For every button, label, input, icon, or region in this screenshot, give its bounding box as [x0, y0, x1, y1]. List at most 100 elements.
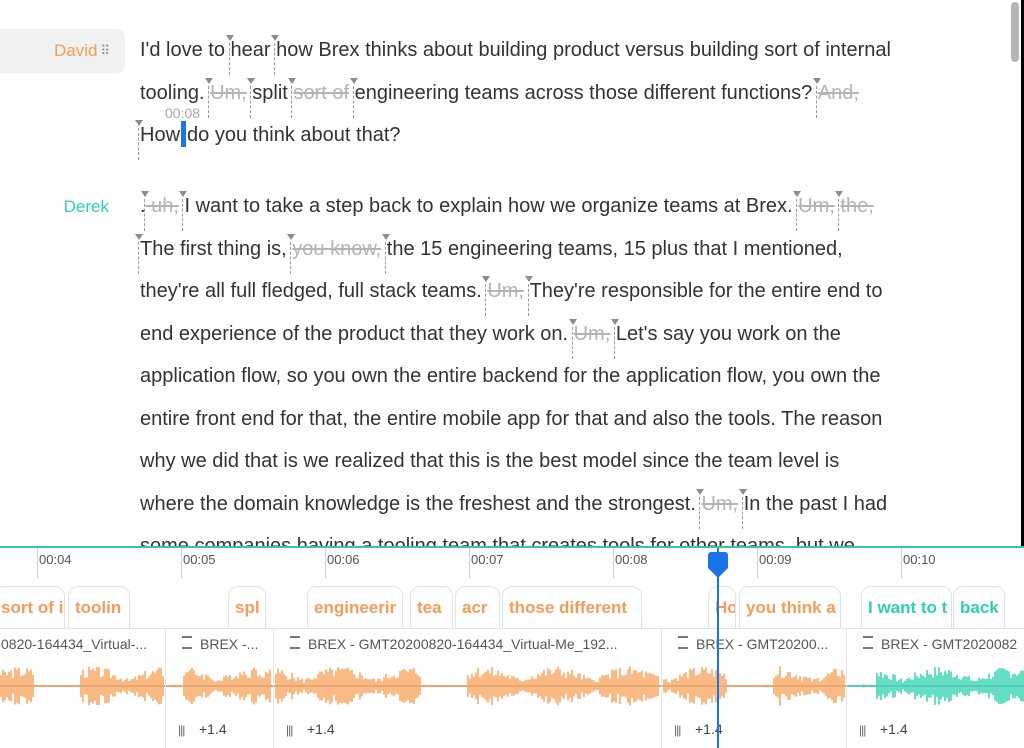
transcript-line[interactable]: application flow, so you own the entire …: [140, 355, 975, 398]
transcript-words[interactable]: do you think about that?: [187, 124, 401, 146]
clip-title: BREX - GMT20200...: [678, 636, 828, 652]
volume-icon: |||: [178, 723, 185, 737]
audio-clip[interactable]: BREX - GMT2020082 ||| +1.4: [846, 628, 1024, 748]
transcript-editor[interactable]: David ⠿ I'd love to hear how Brex thinks…: [0, 0, 1022, 546]
gain-value: +1.4: [880, 721, 908, 737]
clip-title: BREX -...: [182, 636, 258, 652]
word-chip[interactable]: Ho: [708, 586, 736, 630]
transcript-words[interactable]: How: [140, 124, 180, 146]
transcript-line[interactable]: where the domain knowledge is the freshe…: [140, 483, 975, 526]
volume-icon: |||: [859, 723, 866, 737]
waveform: [847, 667, 1024, 705]
transcript-line[interactable]: some companies having a tooling team tha…: [140, 525, 975, 546]
word-chip[interactable]: I want to t: [861, 586, 952, 630]
transcript-words[interactable]: they're all full fledged, full stack tea…: [140, 280, 487, 302]
removed-filler-word[interactable]: And,: [818, 82, 859, 104]
transcript-words[interactable]: why we did that is we realized that this…: [140, 450, 839, 472]
waveform: [166, 667, 274, 705]
word-chip[interactable]: you think a: [739, 586, 841, 630]
transcript-line[interactable]: why we did that is we realized that this…: [140, 440, 975, 483]
scrollbar-thumb[interactable]: [1011, 2, 1019, 62]
transcript-words[interactable]: engineering teams across those different…: [355, 82, 818, 104]
paragraph-derek[interactable]: . uh, I want to take a step back to expl…: [140, 185, 975, 546]
clip-gain[interactable]: ||| +1.4: [674, 721, 723, 737]
word-chip[interactable]: those different: [502, 586, 642, 630]
transcript-line[interactable]: entire front end for that, the entire mo…: [140, 398, 975, 441]
ruler-tick: [325, 548, 326, 578]
word-chip[interactable]: engineerir: [307, 586, 403, 630]
clip-menu-icon[interactable]: [678, 636, 688, 649]
clip-title: BREX - GMT2020082: [863, 636, 1017, 652]
gain-value: +1.4: [199, 721, 227, 737]
removed-filler-word[interactable]: the,: [840, 195, 873, 217]
transcript-words[interactable]: the 15 engineering teams, 15 plus that I…: [387, 238, 843, 260]
transcript-words[interactable]: hear: [231, 39, 271, 61]
playhead-marker-icon: [708, 568, 728, 578]
removed-filler-word[interactable]: uh,: [146, 195, 179, 217]
removed-filler-word[interactable]: Um,: [487, 280, 524, 302]
transcript-line[interactable]: I'd love to hear how Brex thinks about b…: [140, 29, 975, 72]
word-chip[interactable]: sort of i: [0, 586, 65, 630]
clip-gain[interactable]: ||| +1.4: [286, 721, 335, 737]
transcript-words[interactable]: I want to take a step back to explain ho…: [184, 195, 798, 217]
waveform: [662, 666, 847, 706]
transcript-words[interactable]: Let's say you work on the: [616, 323, 841, 345]
word-chip[interactable]: spl: [228, 586, 266, 630]
transcript-line[interactable]: How do you think about that?: [140, 114, 975, 157]
speaker-tag-david[interactable]: David ⠿: [0, 29, 125, 73]
transcript-line[interactable]: tooling. Um, split sort of engineering t…: [140, 72, 975, 115]
audio-clip[interactable]: 0820-164434_Virtual-...: [0, 628, 166, 748]
transcript-words[interactable]: application flow, so you own the entire …: [140, 365, 880, 387]
clip-label-text: BREX - GMT2020082: [881, 636, 1018, 652]
transcript-words[interactable]: I'd love to: [140, 39, 231, 61]
word-chip[interactable]: tea: [410, 586, 453, 630]
transcript-words[interactable]: They're responsible for the entire end t…: [530, 280, 883, 302]
ruler-time-label: 00:07: [471, 552, 504, 567]
removed-filler-word[interactable]: Um,: [701, 493, 738, 515]
transcript-words[interactable]: tooling.: [140, 82, 210, 104]
playhead[interactable]: [717, 548, 719, 748]
removed-filler-word[interactable]: Um,: [210, 82, 247, 104]
transcript-line[interactable]: . uh, I want to take a step back to expl…: [140, 185, 975, 228]
timeline-panel[interactable]: 00:04 00:05 00:06 00:07 00:08 00:09 00:10 sort…: [0, 546, 1024, 748]
audio-clip[interactable]: BREX - GMT20200820-164434_Virtual-Me_192…: [273, 628, 662, 748]
removed-filler-word[interactable]: Um,: [798, 195, 835, 217]
transcript-line[interactable]: The first thing is, you know, the 15 eng…: [140, 228, 975, 271]
time-ruler[interactable]: 00:04 00:05 00:06 00:07 00:08 00:09 00:10: [0, 548, 1024, 578]
transcript-words[interactable]: where the domain knowledge is the freshe…: [140, 493, 701, 515]
transcript-words[interactable]: split: [252, 82, 288, 104]
removed-filler-word[interactable]: sort of: [293, 82, 349, 104]
clip-title: 0820-164434_Virtual-...: [1, 636, 147, 652]
playhead-handle[interactable]: [708, 552, 728, 568]
clip-menu-icon[interactable]: [182, 636, 192, 649]
clip-label-text: BREX - GMT20200820-164434_Virtual-Me_192…: [308, 636, 618, 652]
transcript-line[interactable]: they're all full fledged, full stack tea…: [140, 270, 975, 313]
volume-icon: |||: [286, 723, 293, 737]
clip-gain[interactable]: ||| +1.4: [178, 721, 227, 737]
transcript-line[interactable]: end experience of the product that they …: [140, 313, 975, 356]
gain-value: +1.4: [307, 721, 335, 737]
word-chip[interactable]: toolin: [68, 586, 130, 630]
speaker-tag-derek[interactable]: Derek: [0, 185, 125, 229]
transcript-words[interactable]: entire front end for that, the entire mo…: [140, 408, 882, 430]
audio-clip[interactable]: BREX - GMT20200... ||| +1.4: [661, 628, 847, 748]
clip-menu-icon[interactable]: [290, 636, 300, 649]
transcript-words[interactable]: The first thing is,: [140, 238, 292, 260]
audio-clip[interactable]: BREX -... ||| +1.4: [165, 628, 274, 748]
ruler-tick: [613, 548, 614, 578]
removed-filler-word[interactable]: Um,: [574, 323, 611, 345]
ruler-tick: [901, 548, 902, 578]
transcript-words[interactable]: how Brex thinks about building product v…: [276, 39, 891, 61]
word-chip[interactable]: acr: [455, 586, 500, 630]
transcript-words[interactable]: end experience of the product that they …: [140, 323, 574, 345]
clip-gain[interactable]: ||| +1.4: [859, 721, 908, 737]
clip-label-text: BREX - GMT20200...: [696, 636, 829, 652]
paragraph-david[interactable]: I'd love to hear how Brex thinks about b…: [140, 29, 975, 157]
clip-menu-icon[interactable]: [863, 636, 873, 649]
transcript-words[interactable]: In the past I had: [744, 493, 887, 515]
transcript-words[interactable]: some companies having a tooling team tha…: [140, 535, 855, 546]
word-chip[interactable]: back: [953, 586, 1005, 630]
drag-handle-icon[interactable]: ⠿: [100, 43, 109, 59]
removed-filler-word[interactable]: you know,: [292, 238, 381, 260]
ruler-time-label: 00:10: [903, 552, 936, 567]
